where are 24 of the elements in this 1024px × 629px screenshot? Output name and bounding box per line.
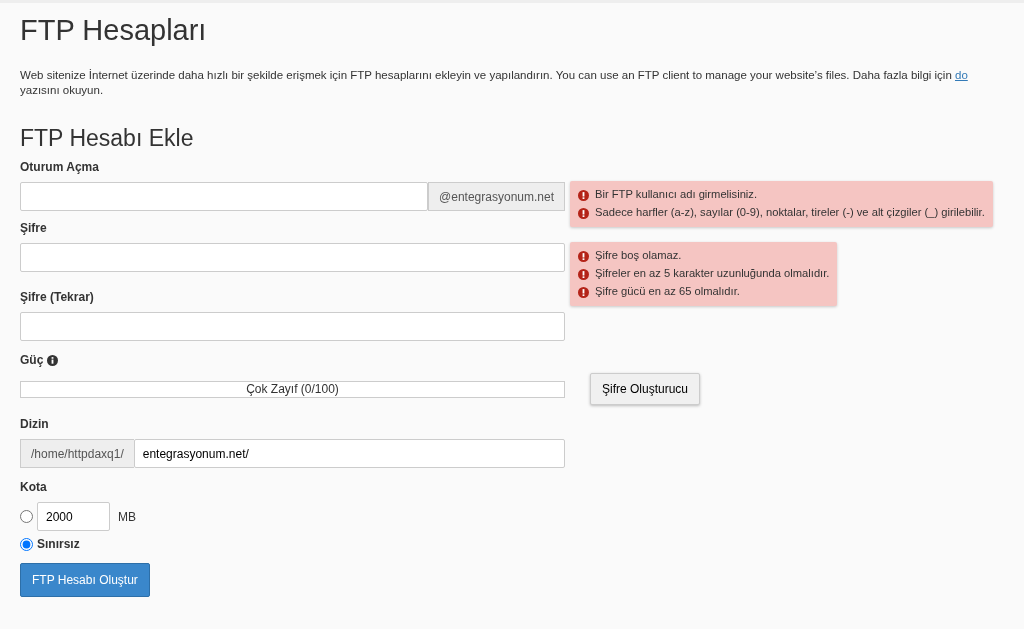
- strength-reading: Çok Zayıf (0/100): [245, 381, 340, 397]
- unit-label: MB: [118, 508, 136, 526]
- description-text: Web sitenize İnternet üzerinde daha hızlı bir şekilde erişmek için FTP hesaplarını ekleyin ve yapılandırın. You can use an FTP client to manage your website’s files. Daha fazla bilgi için do yazısını okuyun.: [20, 67, 969, 99]
- field-label: Güç: [20, 352, 44, 370]
- error-text: Bir FTP kullanıcı adı girmelisiniz.: [595, 187, 758, 203]
- field-label: Şifre: [20, 220, 47, 238]
- field-label: Kota: [20, 479, 47, 497]
- page-title: FTP Hesapları: [20, 13, 208, 48]
- error-text: Şifreler en az 5 karakter uzunluğunda olmalıdır.: [595, 266, 830, 282]
- radio-label: Sınırsız: [37, 536, 80, 554]
- error-text: Şifre gücü en az 65 olmalıdır.: [595, 284, 740, 300]
- section-title: FTP Hesabı Ekle: [20, 124, 195, 153]
- more-info-link[interactable]: do: [955, 68, 968, 81]
- directory-input[interactable]: entegrasyonum.net/: [133, 439, 565, 469]
- password-generator-button[interactable]: Şifre Oluşturucu: [590, 373, 701, 406]
- domain-suffix: @entegrasyonum.net: [428, 182, 565, 212]
- directory-prefix: /home/httpdaxq1/: [20, 439, 134, 469]
- error-text: Sadece harfler (a-z), sayılar (0-9), noktalar, tireler (-) ve alt çizgiler (_) girilebilir.: [595, 205, 985, 221]
- field-label: Dizin: [20, 416, 49, 434]
- quota-input[interactable]: 2000: [37, 502, 110, 532]
- field-label: Şifre (Tekrar): [20, 289, 94, 307]
- error-text: Şifre boş olamaz.: [595, 248, 682, 264]
- create-account-button[interactable]: FTP Hesabı Oluştur: [20, 563, 150, 598]
- field-label: Oturum Açma: [20, 159, 99, 177]
